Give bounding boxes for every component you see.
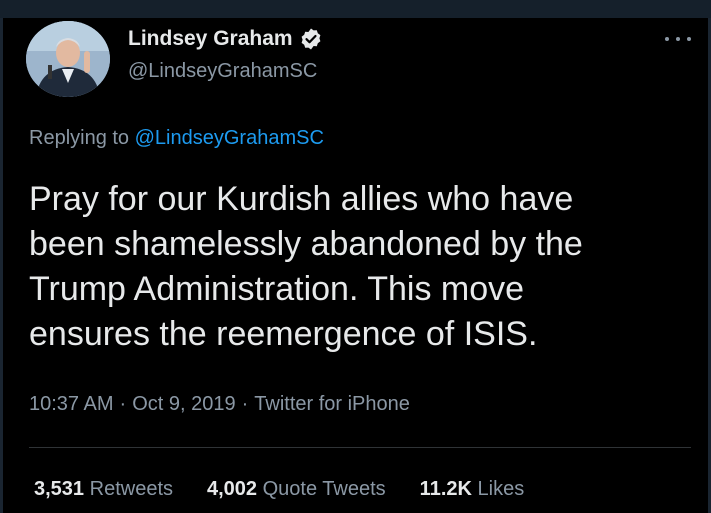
tweet-date[interactable]: Oct 9, 2019: [132, 393, 235, 415]
more-dot: [687, 37, 691, 41]
likes-label: Likes: [477, 478, 525, 500]
tweet-metadata: 10:37 AM · Oct 9, 2019 · Twitter for iPhone: [29, 393, 410, 416]
replying-to-mention[interactable]: @LindseyGrahamSC: [135, 127, 324, 149]
more-dot: [665, 37, 669, 41]
quote-tweets-label: Quote Tweets: [262, 478, 386, 500]
more-options-icon[interactable]: [665, 34, 691, 44]
quote-tweets-stat[interactable]: 4,002 Quote Tweets: [207, 478, 386, 501]
retweets-count: 3,531: [34, 478, 85, 500]
author-display-name[interactable]: Lindsey Graham: [128, 27, 293, 51]
avatar-image: [26, 21, 110, 97]
likes-count: 11.2K: [419, 478, 472, 500]
frame-left-edge: [0, 18, 3, 513]
likes-stat[interactable]: 11.2K Likes: [420, 478, 525, 501]
tweet-stats: 3,531 Retweets 4,002 Quote Tweets 11.2K …: [34, 478, 558, 501]
tweet-source[interactable]: Twitter for iPhone: [254, 393, 410, 415]
more-dot: [676, 37, 680, 41]
tweet-time[interactable]: 10:37 AM: [29, 393, 114, 415]
divider: [29, 447, 691, 448]
author-name-row[interactable]: Lindsey Graham: [128, 27, 323, 51]
replying-to-prefix: Replying to: [29, 127, 135, 149]
avatar[interactable]: [26, 21, 110, 97]
quote-tweets-count: 4,002: [207, 478, 258, 500]
top-frame-bar: [0, 0, 711, 18]
retweets-stat[interactable]: 3,531 Retweets: [34, 478, 173, 501]
tweet-text: Pray for our Kurdish allies who have bee…: [29, 180, 583, 353]
verified-badge-icon: [299, 27, 323, 51]
meta-separator: ·: [241, 393, 249, 415]
meta-separator: ·: [119, 393, 127, 415]
author-handle[interactable]: @LindseyGrahamSC: [128, 60, 317, 83]
replying-to-line: Replying to @LindseyGrahamSC: [29, 127, 324, 150]
retweets-label: Retweets: [89, 478, 173, 500]
